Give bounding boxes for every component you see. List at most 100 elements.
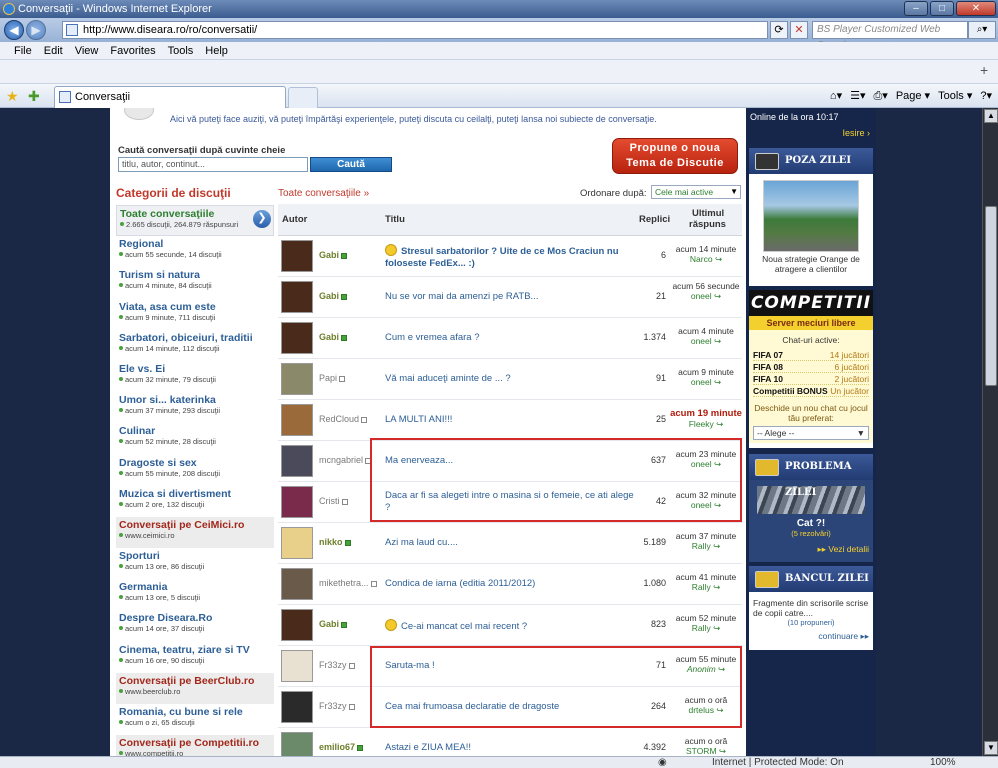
chat-name[interactable]: Competitii BONUS: [753, 385, 828, 396]
search-button[interactable]: Caută: [310, 157, 392, 172]
search-input[interactable]: titlu, autor, continut...: [118, 157, 308, 172]
category-name[interactable]: Ele vs. Ei: [119, 363, 271, 375]
thread-author[interactable]: Gabi: [319, 250, 348, 260]
tools-menu[interactable]: Tools ▾: [938, 88, 972, 104]
scroll-thumb[interactable]: [985, 206, 997, 386]
thread-title[interactable]: LA MULTI ANI!!!: [385, 414, 637, 426]
avatar[interactable]: [281, 404, 313, 436]
thread-author[interactable]: nikko: [319, 537, 351, 547]
menu-view[interactable]: View: [75, 42, 99, 59]
category-name[interactable]: Conversaţii pe Competitii.ro: [119, 737, 271, 749]
thread-author[interactable]: RedCloud: [319, 414, 368, 424]
thread-author[interactable]: Fr33zy: [319, 701, 355, 711]
category-name[interactable]: Culinar: [119, 425, 271, 437]
thread-author[interactable]: Gabi: [319, 291, 348, 301]
category-item[interactable]: Conversaţii pe Competitii.ro www.competit…: [116, 735, 274, 756]
category-item[interactable]: Ele vs. Ei acum 32 minute, 79 discuţii: [116, 361, 274, 392]
avatar[interactable]: [281, 322, 313, 354]
competitii-logo[interactable]: COMPETITII: [749, 290, 873, 316]
chat-name[interactable]: FIFA 08: [753, 361, 783, 372]
avatar[interactable]: [281, 650, 313, 682]
thread-title[interactable]: Ce-ai mancat cel mai recent ?: [385, 619, 637, 633]
category-item[interactable]: Sarbatori, obiceiuri, traditii acum 14 mi…: [116, 330, 274, 361]
joke-continue-link[interactable]: continuare ▸▸: [749, 627, 873, 644]
vertical-scrollbar[interactable]: ▲ ▼: [982, 108, 998, 756]
category-item[interactable]: Germania acum 13 ore, 5 discuţii: [116, 579, 274, 610]
menu-favorites[interactable]: Favorites: [110, 42, 155, 59]
thread-author[interactable]: mcngabriel: [319, 455, 372, 465]
category-name[interactable]: Conversaţii pe BeerClub.ro: [119, 675, 271, 687]
thread-title[interactable]: Stresul sarbatorilor ? Uite de ce Mos Cr…: [385, 244, 637, 270]
category-item[interactable]: Despre Diseara.Ro acum 14 ore, 37 discuţi…: [116, 610, 274, 641]
joke-text[interactable]: Fragmente din scrisorile scrise de copii…: [749, 592, 873, 618]
category-name[interactable]: Dragoste si sex: [119, 457, 271, 469]
new-tab-button[interactable]: [288, 87, 318, 108]
chat-row[interactable]: Competitii BONUS Un jucător: [753, 385, 869, 397]
favorites-star-icon[interactable]: ★: [6, 88, 19, 104]
maximize-button[interactable]: □: [930, 1, 954, 16]
thread-title[interactable]: Cum e vremea afara ?: [385, 332, 637, 344]
search-go-button[interactable]: ⌕▾: [968, 21, 996, 39]
zoom-level[interactable]: 100%: [930, 757, 956, 768]
avatar[interactable]: [281, 240, 313, 272]
avatar[interactable]: [281, 527, 313, 559]
minimize-button[interactable]: –: [904, 1, 928, 16]
category-item[interactable]: Culinar acum 52 minute, 28 discuţii: [116, 423, 274, 454]
category-item[interactable]: Turism si natura acum 4 minute, 84 discuţ…: [116, 267, 274, 298]
last-reply-user[interactable]: Fleeky ↪: [670, 419, 742, 429]
feeds-icon[interactable]: ☰▾: [850, 88, 865, 104]
category-name[interactable]: Sarbatori, obiceiuri, traditii: [119, 332, 271, 344]
menu-file[interactable]: File: [14, 42, 32, 59]
category-name[interactable]: Muzica si divertisment: [119, 488, 271, 500]
category-name[interactable]: Viata, asa cum este: [119, 301, 271, 313]
category-name[interactable]: Conversaţii pe CeiMici.ro: [119, 519, 271, 531]
category-name[interactable]: Romania, cu bune si rele: [119, 706, 271, 718]
order-select[interactable]: Cele mai active ▼: [651, 185, 741, 199]
category-item[interactable]: Toate conversaţiile 2.665 discuţii, 264.8…: [116, 205, 274, 237]
security-zone[interactable]: Internet | Protected Mode: On: [712, 757, 844, 768]
category-name[interactable]: Turism si natura: [119, 269, 271, 281]
category-item[interactable]: Cinema, teatru, ziare si TV acum 16 ore, …: [116, 642, 274, 673]
last-reply-user[interactable]: Narco ↪: [670, 254, 742, 264]
category-item[interactable]: Sporturi acum 13 ore, 86 discuţii: [116, 548, 274, 579]
add-favorite-icon[interactable]: ✚: [28, 88, 40, 104]
menu-help[interactable]: Help: [205, 42, 228, 59]
category-name[interactable]: Cinema, teatru, ziare si TV: [119, 644, 271, 656]
category-name[interactable]: Sporturi: [119, 550, 271, 562]
add-toolbar-icon[interactable]: +: [980, 63, 994, 78]
thread-author[interactable]: Fr33zy: [319, 660, 355, 670]
avatar[interactable]: [281, 609, 313, 641]
thread-title[interactable]: Nu se vor mai da amenzi pe RATB...: [385, 291, 637, 303]
thread-author[interactable]: Gabi: [319, 332, 348, 342]
close-window-button[interactable]: ✕: [956, 1, 996, 16]
thread-author[interactable]: Gabi: [319, 619, 348, 629]
thread-title[interactable]: Astazi e ZIUA MEA!!: [385, 742, 637, 754]
menu-tools[interactable]: Tools: [168, 42, 194, 59]
logout-link[interactable]: Iesire ›: [842, 128, 870, 138]
scroll-down-icon[interactable]: ▼: [984, 741, 998, 755]
forward-button[interactable]: ▶: [26, 20, 46, 40]
last-reply-user[interactable]: Rally ↪: [670, 582, 742, 592]
category-name[interactable]: Toate conversaţiile: [120, 208, 270, 220]
refresh-button[interactable]: ⟳: [770, 21, 788, 39]
category-name[interactable]: Germania: [119, 581, 271, 593]
chat-row[interactable]: FIFA 08 6 jucători: [753, 361, 869, 373]
last-reply-user[interactable]: STORM ↪: [670, 746, 742, 756]
chevron-right-icon[interactable]: ❯: [253, 210, 271, 228]
photo-of-day-image[interactable]: [763, 180, 859, 252]
back-button[interactable]: ◀: [4, 20, 24, 40]
category-item[interactable]: Regional acum 55 secunde, 14 discuţii: [116, 236, 274, 267]
category-name[interactable]: Regional: [119, 238, 271, 250]
last-reply-user[interactable]: oneel ↪: [670, 336, 742, 346]
propose-topic-button[interactable]: Propune o noua Tema de Discutie: [612, 138, 738, 174]
avatar[interactable]: [281, 691, 313, 723]
category-name[interactable]: Despre Diseara.Ro: [119, 612, 271, 624]
thread-title[interactable]: Vă mai aduceţi aminte de ... ?: [385, 373, 637, 385]
last-reply-user[interactable]: Rally ↪: [670, 541, 742, 551]
category-name[interactable]: Umor si... katerinka: [119, 394, 271, 406]
thread-author[interactable]: mikethetra...: [319, 578, 377, 588]
menu-edit[interactable]: Edit: [44, 42, 63, 59]
category-item[interactable]: Romania, cu bune si rele acum o zi, 65 di…: [116, 704, 274, 735]
avatar[interactable]: [281, 445, 313, 477]
breadcrumb[interactable]: Toate conversaţiile »: [278, 188, 369, 199]
